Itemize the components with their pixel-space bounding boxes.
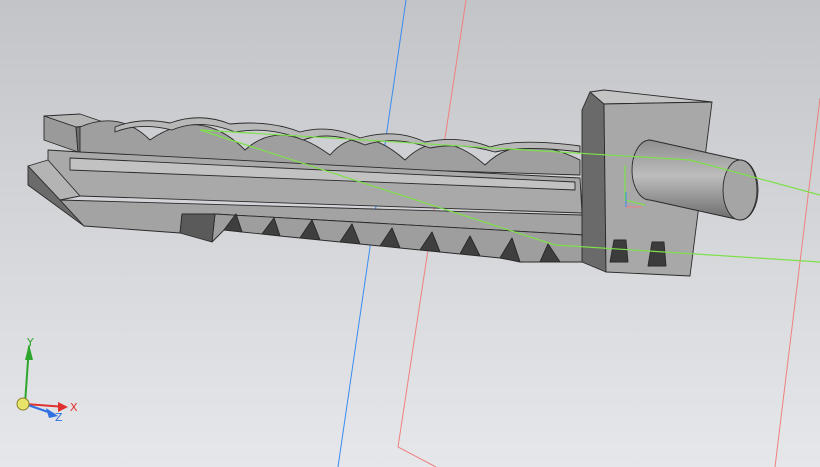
triad-x-label: X: [70, 401, 78, 414]
axis-triad[interactable]: Y X Z: [16, 336, 78, 424]
3d-viewport[interactable]: Y X Z: [0, 0, 820, 467]
triad-y-label: Y: [26, 336, 34, 349]
triad-z-label: Z: [55, 411, 63, 424]
scene-canvas[interactable]: Y X Z: [0, 0, 820, 467]
lower-left-block: [179, 213, 216, 243]
end-block-side: [581, 91, 607, 273]
rack-body[interactable]: [27, 89, 759, 277]
cylinder-end-cap: [722, 159, 758, 221]
triad-origin: [16, 397, 30, 411]
